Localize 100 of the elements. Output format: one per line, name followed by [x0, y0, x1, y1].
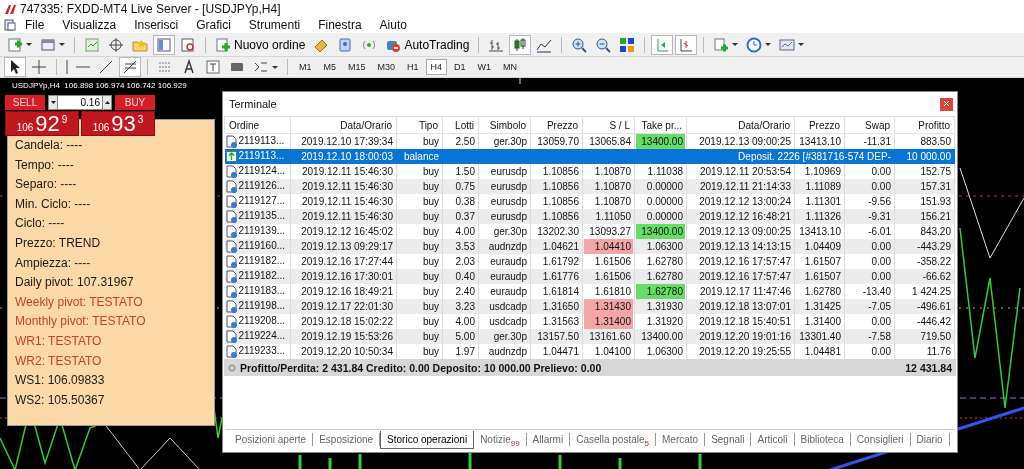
- caret-icon: [765, 43, 772, 46]
- table-cell: 1.04621: [530, 239, 583, 254]
- decrease-button[interactable]: [48, 95, 58, 110]
- terminal-tab[interactable]: Biblioteca: [794, 433, 851, 446]
- text-label-icon: [205, 59, 221, 75]
- table-cell: 1.31400: [584, 314, 633, 329]
- buy-button[interactable]: BUY: [115, 95, 155, 110]
- table-cell: 2019.12.11 21:14:33: [686, 179, 795, 194]
- table-cell: eurusdp: [478, 164, 531, 179]
- table-row[interactable]: 2119124... 2019.12.11 15:46:30 buy 1.50 eurusdp 1.10856 1.10870 1.11038 2019.12.11 20:53:54 1.10969 0.00 152.75: [224, 164, 955, 179]
- table-cell: -443.29: [894, 239, 955, 254]
- info-line: Weekly pivot: TESTATO: [15, 294, 144, 311]
- menu-item[interactable]: Strumenti: [239, 18, 310, 32]
- fibonacci-icon: [122, 59, 138, 75]
- table-row[interactable]: 2119139... 2019.12.12 16:45:02 buy 4.00 ger.30p 13202.30 13093.27 13400.00 2019.12.13 09:00:25 13413.10 -6.01 843.20: [224, 224, 955, 239]
- table-row[interactable]: 2119135... 2019.12.11 15:46:30 buy 0.37 eurusdp 1.10856 1.11050 0.00000 2019.12.12 16:48:21 1.11326 -9.31 156.21: [224, 209, 955, 224]
- table-row[interactable]: 2119183... 2019.12.16 18:49:21 buy 2.40 euraudp 1.61814 1.61810 1.62780 2019.12.17 11:47:46 1.62780 -13.40 1 424.25: [224, 284, 955, 299]
- table-row[interactable]: 2119126... 2019.12.11 15:46:30 buy 0.75 eurusdp 1.10856 1.10870 0.00000 2019.12.11 21:14:33 1.11089 0.00 157.31: [224, 179, 955, 194]
- new-order-button[interactable]: Nuovo ordine: [212, 34, 309, 55]
- table-cell: euraudp: [478, 254, 531, 269]
- table-row[interactable]: 2119182... 2019.12.16 17:27:44 buy 2.03 euraudp 1.61792 1.61506 1.62780 2019.12.16 17:57:47 1.61507 0.00 -358.22: [224, 254, 955, 269]
- column-header[interactable]: Prezzo: [530, 116, 583, 134]
- info-line: Separo: ----: [15, 177, 78, 194]
- order-document-icon: [225, 345, 237, 358]
- menu-item[interactable]: Visualizza: [53, 18, 126, 32]
- column-header[interactable]: Lotti: [442, 116, 479, 134]
- candlestick-button[interactable]: [509, 34, 532, 55]
- table-cell: 2019.12.19 15:53:26: [290, 329, 397, 344]
- terminal-tab[interactable]: Consiglieri: [850, 433, 911, 446]
- chart-shift-icon: [654, 36, 671, 53]
- column-header[interactable]: Profitto: [894, 116, 955, 134]
- increase-button[interactable]: [102, 95, 112, 110]
- table-row[interactable]: 2119160... 2019.12.13 09:29:17 buy 3.53 audnzdp 1.04621 1.04410 1.06300 2019.12.13 14:13:15 1.04409 0.00 -443.29: [224, 239, 955, 254]
- column-header[interactable]: Data/Orario: [290, 116, 397, 134]
- vertical-line-button[interactable]: [63, 58, 71, 76]
- table-row[interactable]: 2119113... 2019.12.10 17:39:34 buy 2.50 ger.30p 13059.70 13065.84 13400.00 2019.12.13 09:00:25 13413.10 -11.31 883.50: [224, 133, 955, 149]
- order-document-icon: [225, 315, 237, 328]
- menu-item[interactable]: Inserisci: [125, 18, 188, 32]
- table-cell: 2019.12.18 13:07:01: [686, 299, 795, 314]
- unread-count: 99: [510, 439, 520, 448]
- window-title: Terminale: [229, 98, 277, 110]
- autotrading-button[interactable]: AutoTrading: [382, 34, 473, 55]
- chart-shift-button[interactable]: [651, 34, 674, 55]
- menu-item[interactable]: File: [16, 18, 54, 32]
- column-header[interactable]: Tipo: [396, 116, 443, 134]
- terminal-tab[interactable]: Posizioni aperte: [229, 433, 314, 446]
- table-row[interactable]: 2119198... 2019.12.17 22:01:30 buy 3.23 usdcadp 1.31650 1.31430 1.31930 2019.12.18 13:07:01 1.31425 -7.05 -496.61: [224, 299, 955, 314]
- menu-item[interactable]: Grafici: [187, 18, 240, 32]
- table-cell: buy: [396, 254, 443, 269]
- table-cell: 2019.12.13 09:00:25: [686, 224, 795, 239]
- table-cell: 843.20: [894, 224, 955, 239]
- table-cell: 1.62780: [794, 284, 845, 299]
- table-row[interactable]: 2119113... 2019.12.10 18:00:03 balance Deposit. 2226 [#381716-574 DEP- 10 000.00: [224, 149, 955, 164]
- table-cell: 0.00: [844, 344, 895, 359]
- terminal-tab[interactable]: Mercato: [656, 433, 706, 446]
- table-cell: 156.21: [894, 209, 955, 224]
- terminal-tab[interactable]: Storico operazioni: [380, 430, 475, 449]
- table-cell: 2119124...: [238, 165, 286, 177]
- table-cell: 719.50: [894, 329, 955, 344]
- table-row[interactable]: 2119127... 2019.12.11 15:46:30 buy 0.38 eurusdp 1.10856 1.10870 0.00000 2019.12.12 13:00:24 1.11301 -9.56 151.93: [224, 194, 955, 209]
- table-cell: 1.31650: [530, 299, 583, 314]
- table-cell: buy: [396, 194, 443, 209]
- auto-scroll-button[interactable]: [675, 34, 698, 55]
- column-header[interactable]: Data/Orario: [686, 116, 795, 134]
- close-button[interactable]: [940, 97, 953, 111]
- table-cell-text: 1.06300: [645, 345, 684, 359]
- terminal-tab[interactable]: Diario: [910, 433, 950, 446]
- menu-item[interactable]: Finestra: [309, 18, 371, 32]
- order-document-icon: [225, 225, 237, 238]
- terminal-tab[interactable]: Allarmi: [526, 433, 571, 446]
- table-cell: usdcadp: [478, 314, 531, 329]
- terminal-tab[interactable]: Notizie$_{99}$: [474, 433, 527, 446]
- table-cell: 2019.12.18 15:40:51: [686, 314, 795, 329]
- fibonacci-button[interactable]: [119, 57, 141, 77]
- table-cell: 2019.12.10 18:00:03: [290, 149, 397, 164]
- terminal-tab[interactable]: Segnali: [705, 433, 752, 446]
- table-cell: 2119127...: [238, 195, 286, 207]
- timeframe-button[interactable]: H4: [425, 59, 448, 75]
- table-cell: 1.11326: [794, 209, 845, 224]
- table-row[interactable]: 2119233... 2019.12.20 10:50:34 buy 1.97 audnzdp 1.04471 1.04100 1.06300 2019.12.20 19:25:55 1.04481 0.00 11.76: [224, 344, 955, 359]
- table-row[interactable]: 2119182... 2019.12.16 17:30:01 buy 0.40 euraudp 1.61776 1.61506 1.62780 2019.12.16 17:57:47 1.61507 0.00 -66.62: [224, 269, 955, 284]
- info-line: WR1: TESTATO: [15, 333, 103, 350]
- table-cell: 2019.12.17 11:47:46: [686, 284, 795, 299]
- table-row[interactable]: 2119224... 2019.12.19 15:53:26 buy 5.00 ger.30p 13157.50 13161.60 13400.00 2019.12.20 19:01:16 13301.40 -7.58 719.50: [224, 329, 955, 344]
- column-header[interactable]: Swap: [844, 116, 895, 134]
- column-header[interactable]: S / L: [582, 116, 635, 134]
- table-row[interactable]: 2119208... 2019.12.18 15:02:22 buy 4.00 usdcadp 1.31563 1.31400 1.31920 2019.12.18 15:40:51 1.31400 0.00 -446.42: [224, 314, 955, 329]
- table-cell: 1.61776: [530, 269, 583, 284]
- lot-size-field[interactable]: 0.16: [58, 95, 102, 110]
- column-header[interactable]: Prezzo: [794, 116, 845, 134]
- column-header[interactable]: Simbolo: [478, 116, 531, 134]
- menu-item[interactable]: Aiuto: [370, 18, 416, 32]
- sell-button[interactable]: SELL: [5, 95, 45, 110]
- terminal-tab[interactable]: Articoli: [751, 433, 795, 446]
- profiles-icon: [40, 36, 56, 53]
- cursor-button[interactable]: [4, 57, 26, 77]
- caret-icon: [732, 43, 739, 46]
- terminal-tab[interactable]: Casella postale$_{5}$: [570, 433, 656, 446]
- column-header[interactable]: Take pr...: [634, 116, 687, 134]
- table-cell: 157.31: [894, 179, 955, 194]
